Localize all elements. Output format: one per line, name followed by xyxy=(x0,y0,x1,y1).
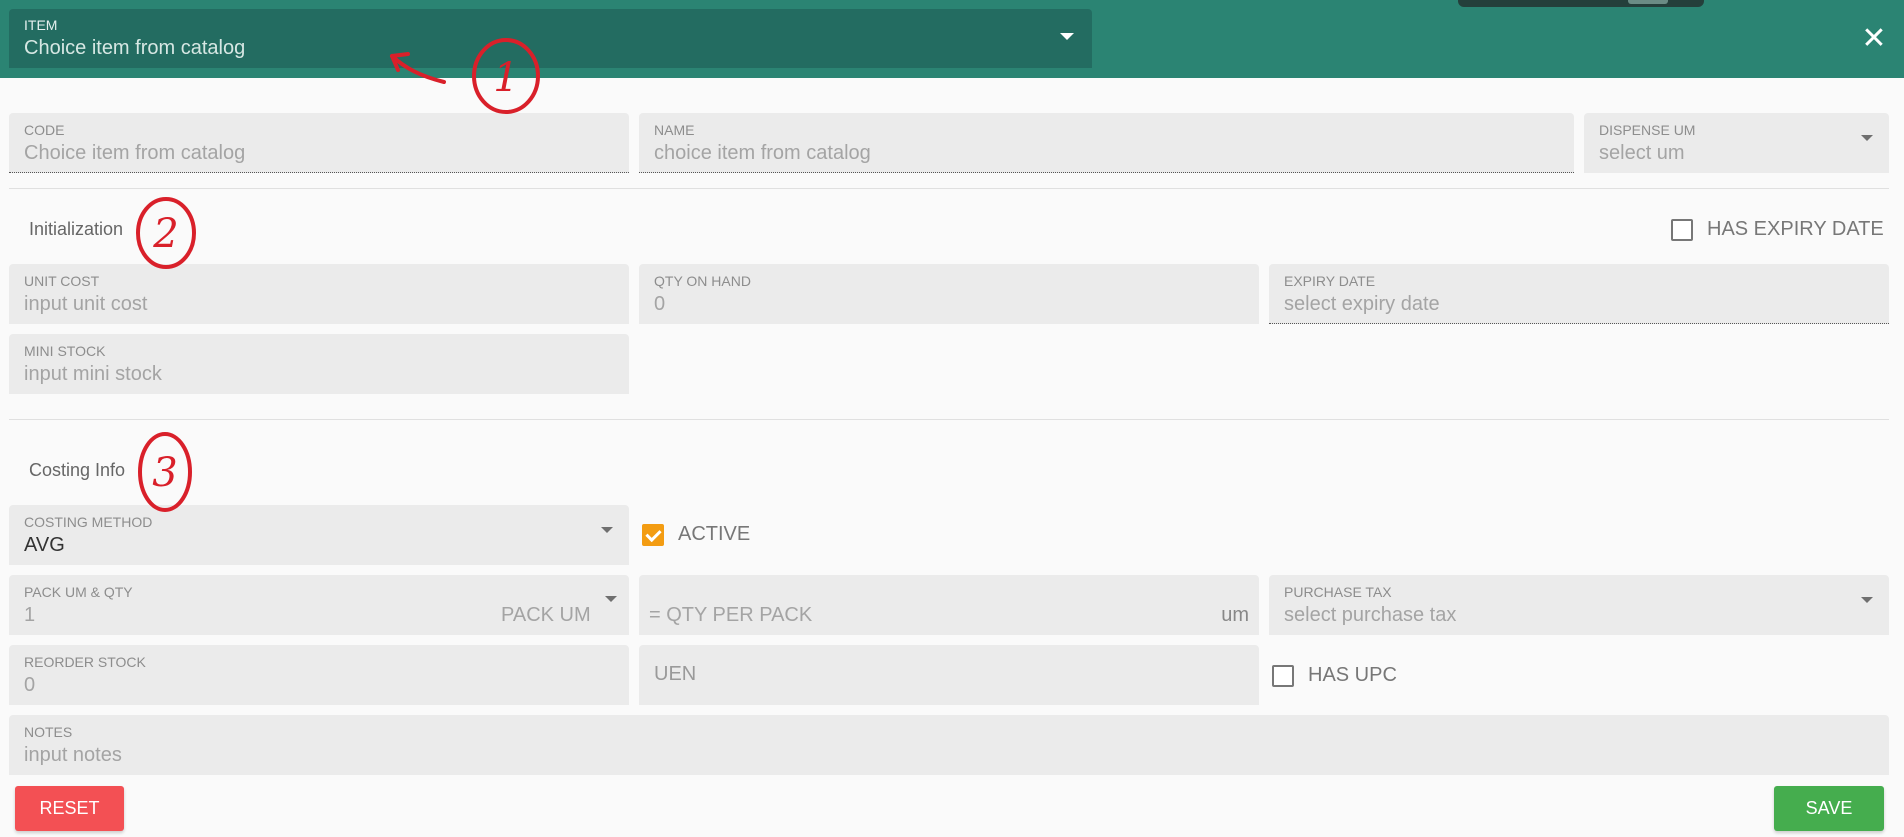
costing-method-value: AVG xyxy=(24,534,65,556)
background-window-edge xyxy=(1458,0,1704,7)
expiry-date-field[interactable]: EXPIRY DATE select expiry date xyxy=(1269,264,1889,324)
purchase-tax-select[interactable]: PURCHASE TAX select purchase tax xyxy=(1269,575,1889,635)
close-button[interactable]: ✕ xyxy=(1857,22,1891,56)
code-label: CODE xyxy=(24,122,65,138)
close-icon: ✕ xyxy=(1861,22,1887,55)
notes-field[interactable]: NOTES input notes xyxy=(9,715,1889,775)
code-field[interactable]: CODE Choice item from catalog xyxy=(9,113,629,173)
unit-cost-field[interactable]: UNIT COST input unit cost xyxy=(9,264,629,324)
dispense-um-label: DISPENSE UM xyxy=(1599,122,1696,138)
mini-stock-label: MINI STOCK xyxy=(24,343,106,359)
costing-method-label: COSTING METHOD xyxy=(24,514,153,530)
notes-label: NOTES xyxy=(24,724,73,740)
section-title-initialization: Initialization xyxy=(29,219,124,239)
mini-stock-placeholder: input mini stock xyxy=(24,363,162,385)
purchase-tax-label: PURCHASE TAX xyxy=(1284,584,1392,600)
checkbox-checked-icon[interactable] xyxy=(642,523,664,546)
qty-on-hand-label: QTY ON HAND xyxy=(654,273,751,289)
active-label: ACTIVE xyxy=(678,523,751,545)
chevron-down-icon[interactable] xyxy=(1861,135,1873,141)
uen-field[interactable]: UEN xyxy=(639,645,1259,705)
name-field[interactable]: NAME choice item from catalog xyxy=(639,113,1574,173)
costing-method-select[interactable]: COSTING METHOD AVG xyxy=(9,505,629,565)
has-upc-label: HAS UPC xyxy=(1308,664,1397,686)
chevron-down-icon[interactable] xyxy=(1060,33,1074,40)
dialog-header: ITEM Choice item from catalog ✕ xyxy=(0,0,1904,78)
has-upc-checkbox[interactable]: HAS UPC xyxy=(1272,664,1397,687)
name-label: NAME xyxy=(654,122,695,138)
annotation-number-3: 3 xyxy=(152,450,177,496)
section-title-costing-info: Costing Info xyxy=(29,460,126,480)
item-select-label: ITEM xyxy=(24,17,58,33)
uen-placeholder: UEN xyxy=(654,663,697,685)
code-placeholder: Choice item from catalog xyxy=(24,142,246,164)
dispense-um-select[interactable]: DISPENSE UM select um xyxy=(1584,113,1889,173)
pack-um-placeholder[interactable]: PACK UM xyxy=(501,604,591,627)
qty-on-hand-field[interactable]: QTY ON HAND 0 xyxy=(639,264,1259,324)
purchase-tax-placeholder: select purchase tax xyxy=(1284,604,1457,626)
chevron-down-icon[interactable] xyxy=(605,596,617,602)
qty-per-pack-field[interactable]: = QTY PER PACK um xyxy=(639,575,1259,635)
reorder-stock-label: REORDER STOCK xyxy=(24,654,146,670)
active-checkbox[interactable]: ACTIVE xyxy=(642,523,750,546)
unit-cost-label: UNIT COST xyxy=(24,273,100,289)
expiry-date-label: EXPIRY DATE xyxy=(1284,273,1376,289)
notes-placeholder: input notes xyxy=(24,744,122,766)
annotation-circle-2 xyxy=(136,197,196,269)
pack-qty-value: 1 xyxy=(24,604,36,626)
name-placeholder: choice item from catalog xyxy=(654,142,871,164)
chevron-down-icon[interactable] xyxy=(1861,597,1873,603)
mini-stock-field[interactable]: MINI STOCK input mini stock xyxy=(9,334,629,394)
save-button[interactable]: SAVE xyxy=(1774,786,1884,831)
dispense-um-placeholder: select um xyxy=(1599,142,1685,164)
unit-cost-placeholder: input unit cost xyxy=(24,293,148,315)
has-expiry-date-checkbox[interactable]: HAS EXPIRY DATE xyxy=(1671,218,1884,241)
item-select-value: Choice item from catalog xyxy=(24,37,246,59)
checkbox-icon[interactable] xyxy=(1671,218,1693,241)
qty-on-hand-value: 0 xyxy=(654,293,666,315)
qty-per-pack-suffix: um xyxy=(1221,604,1249,626)
reset-button[interactable]: RESET xyxy=(15,786,124,831)
reorder-stock-value: 0 xyxy=(24,674,36,696)
chevron-down-icon[interactable] xyxy=(601,527,613,533)
reorder-stock-field[interactable]: REORDER STOCK 0 xyxy=(9,645,629,705)
item-select[interactable]: ITEM Choice item from catalog xyxy=(9,9,1092,68)
pack-um-qty-field[interactable]: PACK UM & QTY 1 PACK UM xyxy=(9,575,629,635)
qty-per-pack-placeholder: = QTY PER PACK xyxy=(649,604,813,626)
expiry-date-placeholder: select expiry date xyxy=(1284,293,1440,315)
pack-um-qty-label: PACK UM & QTY xyxy=(24,584,133,600)
checkbox-icon[interactable] xyxy=(1272,664,1294,687)
annotation-circle-3 xyxy=(138,432,192,512)
annotation-number-2: 2 xyxy=(152,211,178,257)
has-expiry-date-label: HAS EXPIRY DATE xyxy=(1707,218,1884,240)
divider xyxy=(9,419,1889,420)
divider xyxy=(9,188,1889,189)
